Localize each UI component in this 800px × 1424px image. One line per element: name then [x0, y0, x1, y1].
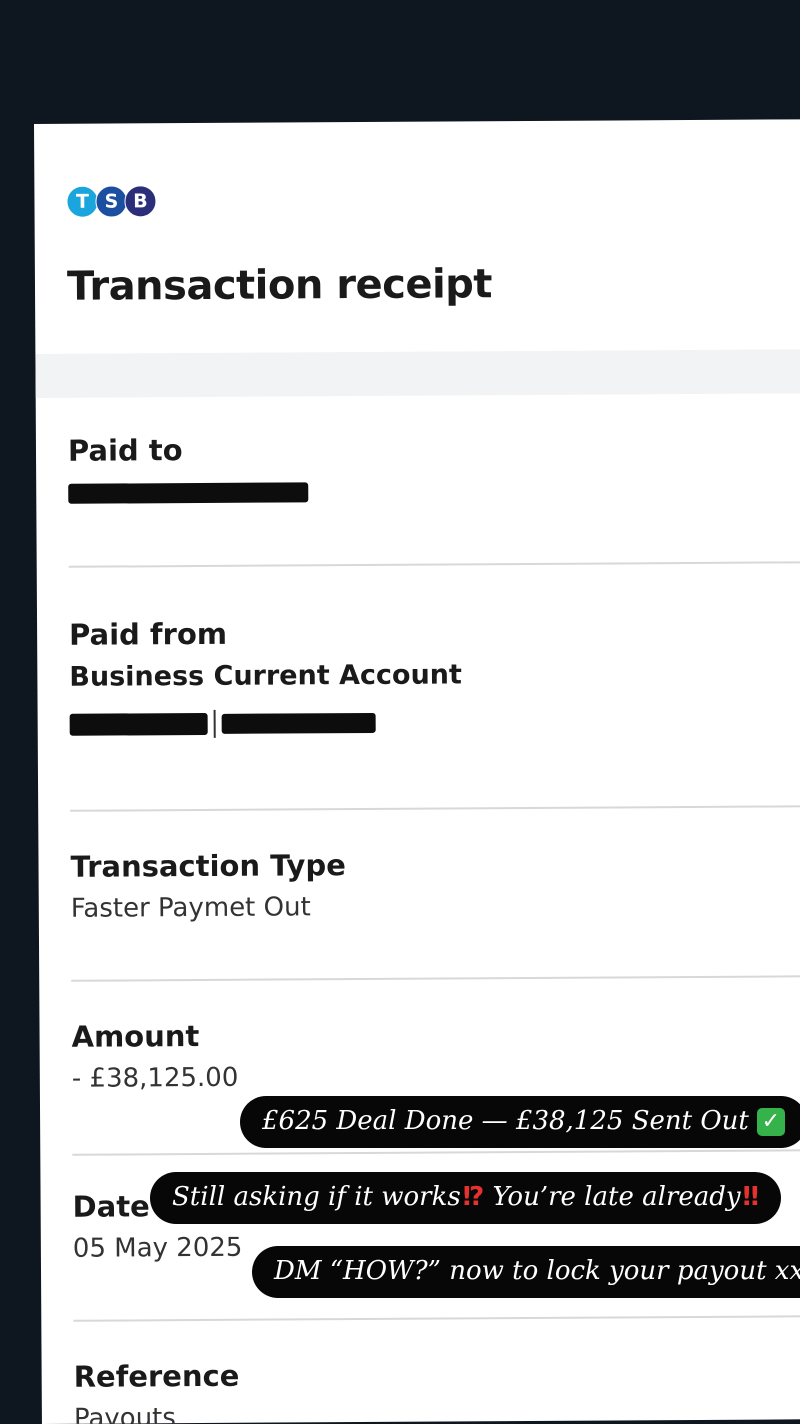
paid-from-label: Paid from — [69, 616, 228, 652]
account-details — [69, 708, 463, 738]
paid-to-label: Paid to — [67, 433, 183, 468]
logo-letter-b: B — [124, 185, 157, 218]
overlay-caption-1: £625 Deal Done — £38,125 Sent Out ✓ — [240, 1096, 800, 1148]
divider — [73, 1315, 800, 1322]
redaction-bar — [68, 482, 309, 504]
reference-section: Reference Payouts — [74, 1359, 240, 1424]
overlay-text: You’re late already — [484, 1182, 741, 1212]
overlay-caption-3: DM “HOW?” now to lock your payout xx — [252, 1246, 800, 1298]
sort-code-redaction — [69, 712, 208, 736]
divider — [71, 975, 800, 982]
logo-letter-t: T — [66, 185, 99, 218]
reference-label: Reference — [73, 1358, 240, 1394]
paid-to-value — [68, 482, 309, 508]
paid-from-section: Paid from Business Current Account — [69, 615, 462, 738]
overlay-text: DM “HOW?” now to lock your payout xx — [274, 1256, 800, 1286]
date-value: 05 May 2025 — [72, 1232, 243, 1264]
amount-value: - £38,125.00 — [71, 1062, 239, 1094]
divider — [70, 805, 800, 812]
overlay-caption-2: Still asking if it works⁉ You’re late al… — [150, 1172, 781, 1224]
amount-label: Amount — [71, 1019, 200, 1054]
amount-section: Amount - £38,125.00 — [71, 1019, 238, 1094]
check-emoji-icon: ✓ — [756, 1108, 785, 1136]
logo-letter-s: S — [95, 185, 128, 218]
account-name: Business Current Account — [69, 659, 462, 693]
separator — [213, 709, 216, 738]
header-band — [35, 349, 800, 398]
paid-to-section: Paid to — [67, 432, 309, 508]
interrobang-emoji-icon: ⁉ — [462, 1182, 485, 1212]
reference-value: Payouts — [73, 1403, 176, 1424]
transaction-type-section: Transaction Type Faster Paymet Out — [70, 848, 346, 924]
account-number-redaction — [221, 712, 376, 734]
receipt-sheet: T S B Transaction receipt Paid to Paid f… — [34, 119, 800, 1424]
divider — [72, 1149, 800, 1156]
tsb-logo: T S B — [66, 185, 157, 218]
overlay-text: £625 Deal Done — £38,125 Sent Out — [262, 1106, 749, 1136]
overlay-text: Still asking if it works — [172, 1182, 461, 1212]
divider — [68, 561, 800, 568]
double-exclamation-emoji-icon: ‼ — [742, 1182, 759, 1212]
page-title: Transaction receipt — [66, 261, 493, 310]
transaction-type-label: Transaction Type — [70, 848, 346, 884]
transaction-type-value: Faster Paymet Out — [70, 892, 311, 924]
